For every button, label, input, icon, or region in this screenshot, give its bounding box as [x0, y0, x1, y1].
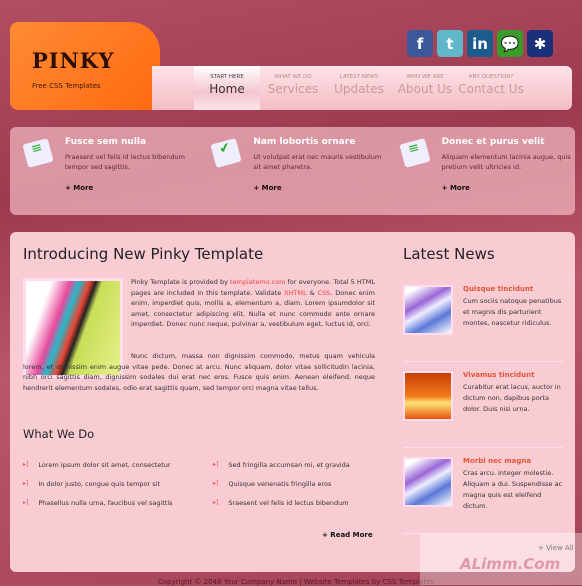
list-item-text: Lorem ipsum dolor sit amet, consectetur	[38, 460, 171, 469]
logo[interactable]: PINKY Free CSS Templates	[10, 22, 160, 110]
list-item-text: Sraesent vel felis id lectus bibendum	[228, 498, 349, 507]
news-item: Vivamus tincidunt Curabitur erat lacus, a…	[403, 366, 563, 448]
what-we-do-title: What We Do	[23, 427, 95, 441]
what-list-2: ▸] Sed fringilla accumsan mi, et gravida ▸…	[213, 455, 350, 512]
news-text: Cras arcu. Integer molestie. Aliquam a d…	[463, 469, 563, 510]
bullet-icon: ▸]	[23, 480, 29, 487]
text: &	[306, 288, 318, 297]
bullet-icon: ▸]	[23, 461, 29, 468]
twitter-icon[interactable]: t	[437, 30, 463, 57]
list-item-text: Phasellus nulla urna, faucibus vel sagit…	[38, 498, 173, 507]
feature-item: ≡ Fusce sem nulla Praesent vel felis id le…	[10, 127, 198, 215]
news-title[interactable]: Morbi nec magna	[463, 457, 563, 465]
css-link[interactable]: CSS	[318, 289, 331, 297]
list-item-text: In dolor justo, congue quis tempor sit	[38, 479, 161, 488]
nav-caption: Start Here	[210, 74, 244, 80]
chat-icon[interactable]: 💬	[497, 30, 523, 57]
read-more-link[interactable]: + Read More	[322, 531, 373, 539]
social-links: f t in 💬 ✱	[407, 30, 553, 57]
news-thumbnail[interactable]	[403, 285, 453, 335]
feature-text: Praesent vel felis id lectus bibendum te…	[65, 153, 185, 171]
nav-item-contact-us[interactable]: Any Question? Contact Us	[458, 66, 524, 110]
bullet-icon: ▸]	[213, 461, 219, 468]
what-list-1: ▸] Lorem ipsum dolor sit amet, consectetu…	[23, 455, 173, 512]
list-item: ▸] Lorem ipsum dolor sit amet, consectetu…	[23, 455, 173, 474]
feature-more-link[interactable]: + More	[65, 184, 198, 192]
nav-caption: Any Question?	[468, 74, 514, 80]
feature-item: ≡ Donec et purus velit Aliquam elementum l…	[387, 127, 575, 215]
templatemo-link[interactable]: templatemo.com	[230, 278, 286, 286]
feature-text: Aliquam elementum lacinia augue, quis pr…	[441, 153, 571, 171]
feature-more-link[interactable]: + More	[442, 184, 575, 192]
list-item: ▸] Quisque venenatis fringilla eros	[213, 474, 350, 493]
list-item: ▸] Sraesent vel felis id lectus bibendum	[213, 493, 350, 512]
linkedin-icon[interactable]: in	[467, 30, 493, 57]
news-thumbnail[interactable]	[403, 371, 453, 421]
document-icon: ≡	[398, 138, 431, 168]
news-item: Morbi nec magna Cras arcu. Integer molest…	[403, 452, 563, 534]
nav-item-about-us[interactable]: Who We Are About Us	[392, 66, 458, 110]
site-subtitle: Free CSS Templates	[32, 82, 101, 90]
nav-label: Services	[267, 82, 319, 96]
nav-caption: What We Do	[274, 74, 312, 80]
nav-item-home[interactable]: Start Here Home	[194, 66, 260, 110]
news-text: Curabitur erat lacus, auctor in dictum n…	[463, 383, 561, 413]
news-title[interactable]: Quisque tincidunt	[463, 285, 563, 293]
bullet-icon: ▸]	[213, 499, 219, 506]
list-item-text: Quisque venenatis fringilla eros	[228, 479, 332, 488]
checklist-icon: ✔	[210, 138, 242, 168]
bullet-icon: ▸]	[213, 480, 219, 487]
nav-item-services[interactable]: What We Do Services	[260, 66, 326, 110]
latest-news-title: Latest News	[403, 245, 495, 263]
bullet-icon: ▸]	[23, 499, 29, 506]
intro-title: Introducing New Pinky Template	[23, 245, 264, 263]
nav-label: Home	[209, 82, 245, 96]
list-item: ▸] In dolor justo, congue quis tempor sit	[23, 474, 173, 493]
main-content: Introducing New Pinky Template Pinky Tem…	[10, 232, 575, 572]
list-item: ▸] Phasellus nulla urna, faucibus vel sag…	[23, 493, 173, 512]
list-item-text: Sed fringilla accumsan mi, et gravida	[228, 460, 350, 469]
myspace-icon[interactable]: ✱	[527, 30, 553, 57]
feature-more-link[interactable]: + More	[253, 184, 386, 192]
news-item: Quisque tincidunt Cum sociis natoque pena…	[403, 280, 563, 362]
nav-item-updates[interactable]: Latest News Updates	[326, 66, 392, 110]
intro-paragraph-1: Pinky Template is provided by templatemo…	[131, 277, 375, 330]
feature-title: Donec et purus velit	[441, 137, 545, 147]
document-icon: ≡	[22, 138, 54, 168]
main-nav: Start Here Home What We Do Services Latest N…	[152, 66, 572, 110]
watermark-logo: ALimm.Com	[420, 533, 582, 585]
feature-title: Fusce sem nulla	[65, 137, 147, 147]
nav-label: About Us	[397, 82, 453, 96]
feature-item: ✔ Nam lobortis ornare Ut volutpat erat nec…	[198, 127, 386, 215]
nav-caption: Who We Are	[406, 74, 444, 80]
news-text: Cum sociis natoque penatibus et magnis d…	[463, 297, 562, 327]
nav-label: Contact Us	[458, 82, 524, 96]
features-band: ≡ Fusce sem nulla Praesent vel felis id le…	[10, 127, 575, 215]
facebook-icon[interactable]: f	[407, 30, 433, 57]
news-thumbnail[interactable]	[403, 457, 453, 507]
text: Pinky Template is provided by	[131, 278, 231, 286]
feature-text: Ut volutpat erat nec mauris vestibulum s…	[253, 153, 382, 171]
list-item: ▸] Sed fringilla accumsan mi, et gravida	[213, 455, 350, 474]
site-title: PINKY	[32, 48, 115, 73]
feature-title: Nam lobortis ornare	[253, 137, 356, 147]
news-title[interactable]: Vivamus tincidunt	[463, 371, 563, 379]
nav-caption: Latest News	[339, 74, 379, 80]
intro-paragraph-2: Nunc dictum, massa non dignissim commodo…	[23, 352, 375, 392]
nav-label: Updates	[334, 82, 384, 96]
xhtml-link[interactable]: XHTML	[284, 289, 307, 297]
